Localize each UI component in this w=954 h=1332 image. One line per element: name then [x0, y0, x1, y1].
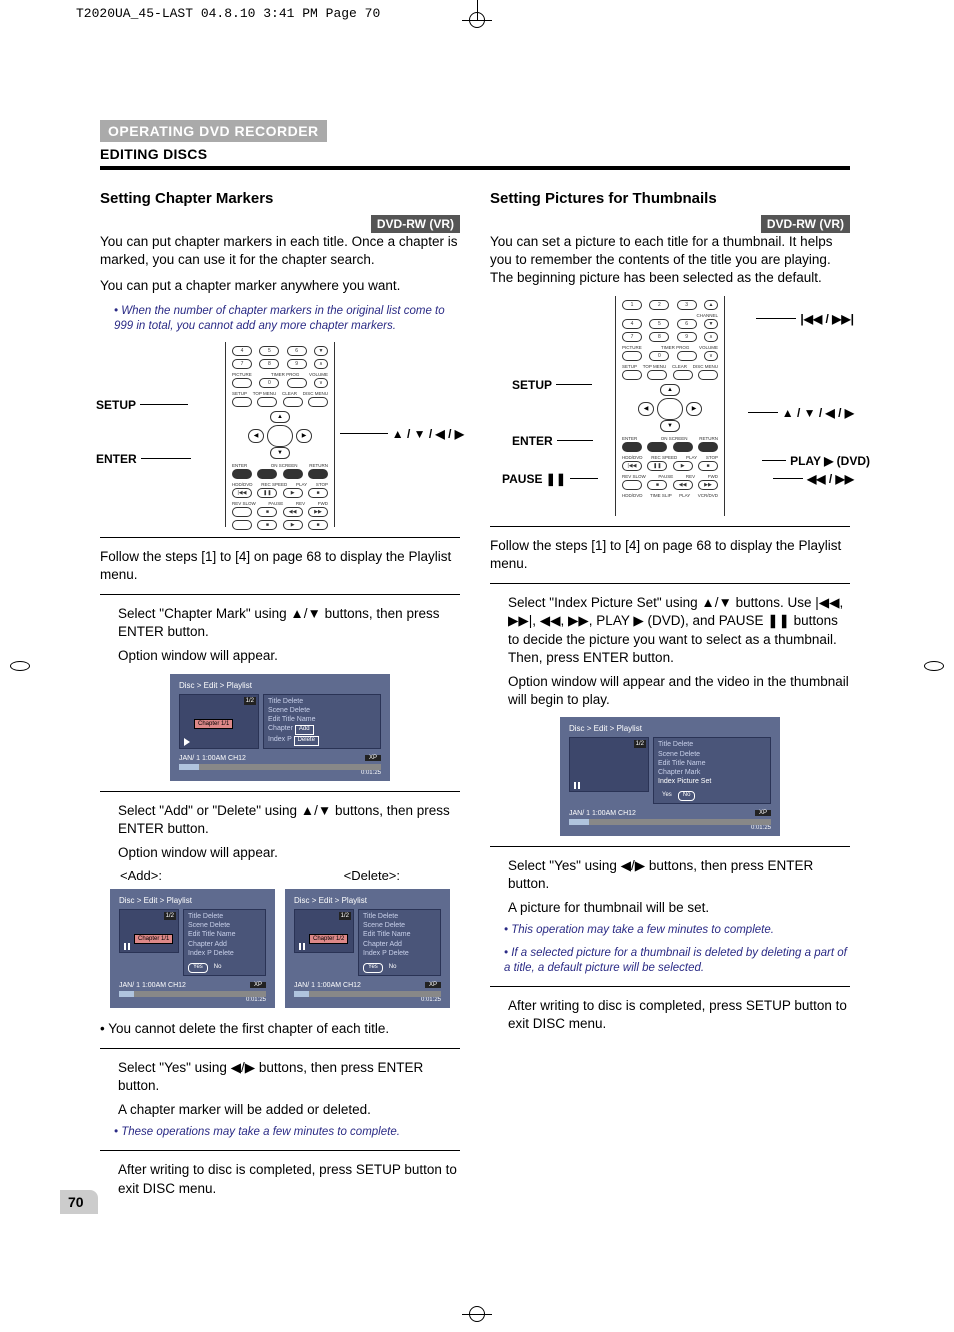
callout-arrows-right: ▲ / ▼ / ◀ / ▶ — [746, 406, 854, 420]
left-step3: Select "Yes" using ◀/▶ buttons, then pre… — [118, 1059, 460, 1120]
divider — [100, 594, 460, 595]
divider — [100, 791, 460, 792]
left-step2: Select "Add" or "Delete" using ▲/▼ butto… — [118, 802, 460, 863]
left-note1: • When the number of chapter markers in … — [114, 304, 460, 334]
crop-mark-right — [924, 661, 944, 671]
divider — [100, 1048, 460, 1049]
left-note2: • These operations may take a few minute… — [114, 1125, 460, 1140]
section-banner: OPERATING DVD RECORDER — [100, 120, 327, 142]
left-step1: Select "Chapter Mark" using ▲/▼ buttons,… — [118, 605, 460, 666]
dvd-rw-badge-left: DVD-RW (VR) — [371, 215, 460, 233]
right-note1: • This operation may take a few minutes … — [504, 923, 850, 938]
left-title: Setting Chapter Markers — [100, 190, 460, 207]
screen-captions: <Add>: <Delete>: — [100, 868, 460, 883]
callout-play-right: PLAY ▶ (DVD) — [760, 454, 870, 468]
osd-screen-add: Disc > Edit > Playlist 1/2Chapter 1/1 Ti… — [110, 889, 275, 1007]
callout-setup-right: SETUP — [512, 378, 594, 392]
divider — [100, 1150, 460, 1151]
callout-arrows-left: ▲ / ▼ / ◀ / ▶ — [338, 427, 464, 441]
right-note2: • If a selected picture for a thumbnail … — [504, 946, 850, 976]
right-step3: After writing to disc is completed, pres… — [508, 997, 850, 1033]
divider — [490, 583, 850, 584]
right-p1: You can set a picture to each title for … — [490, 233, 850, 288]
divider — [490, 526, 850, 527]
nav-pad: ▲▼◀▶ — [248, 411, 312, 459]
callout-enter-left: ENTER — [96, 452, 193, 466]
divider — [490, 986, 850, 987]
add-delete-screens: Disc > Edit > Playlist 1/2Chapter 1/1 Ti… — [100, 885, 460, 1011]
right-title: Setting Pictures for Thumbnails — [490, 190, 850, 207]
divider — [490, 846, 850, 847]
left-p2: You can put a chapter marker anywhere yo… — [100, 277, 460, 295]
remote-diagram-left: SETUP ENTER ▲ / ▼ / ◀ / ▶ 456▼ 789∧ PICT… — [100, 342, 460, 527]
right-step1: Select "Index Picture Set" using ▲/▼ but… — [508, 594, 850, 709]
osd-screen-delete: Disc > Edit > Playlist 1/2Chapter 1/2 Ti… — [285, 889, 450, 1007]
right-step2: Select "Yes" using ◀/▶ buttons, then pre… — [508, 857, 850, 918]
section-subheading: EDITING DISCS — [100, 146, 850, 162]
crop-mark-top — [457, 0, 497, 30]
left-bullet-cannot: • You cannot delete the first chapter of… — [100, 1020, 460, 1038]
divider — [100, 537, 460, 538]
callout-skip: |◀◀ / ▶▶| — [754, 312, 854, 326]
osd-screen-chaptermark: Disc > Edit > Playlist 1/2 Chapter 1/1 T… — [170, 674, 390, 781]
remote-body-right: 123▲ CHANNEL 456▼ 789∧ PICTURETIMER PROG… — [615, 296, 725, 516]
osd-screen-indexpic: Disc > Edit > Playlist 1/2 Title Delete … — [560, 717, 780, 835]
crop-mark-left — [10, 661, 30, 671]
crop-mark-bottom — [469, 1306, 485, 1322]
callout-enter-right: ENTER — [512, 434, 595, 448]
left-follow: Follow the steps [1] to [4] on page 68 t… — [100, 548, 460, 584]
remote-diagram-right: |◀◀ / ▶▶| SETUP ▲ / ▼ / ◀ / ▶ ENTER PLAY… — [490, 296, 850, 516]
dvd-rw-badge-right: DVD-RW (VR) — [761, 215, 850, 233]
right-column: Setting Pictures for Thumbnails DVD-RW (… — [490, 190, 850, 1204]
callout-rev-right: ◀◀ / ▶▶ — [771, 472, 854, 486]
right-follow: Follow the steps [1] to [4] on page 68 t… — [490, 537, 850, 573]
callout-setup-left: SETUP — [96, 398, 190, 412]
left-p1: You can put chapter markers in each titl… — [100, 233, 460, 269]
page-number: 70 — [60, 1190, 98, 1214]
running-header: T2020UA_45-LAST 04.8.10 3:41 PM Page 70 — [76, 6, 380, 21]
callout-pause-right: PAUSE ❚❚ — [502, 472, 600, 486]
left-column: Setting Chapter Markers DVD-RW (VR) You … — [100, 190, 460, 1204]
left-step4: After writing to disc is completed, pres… — [118, 1161, 460, 1197]
page-content: OPERATING DVD RECORDER EDITING DISCS Set… — [100, 120, 850, 1204]
remote-body: 456▼ 789∧ PICTURETIMER PROGVOLUME 0∨ SET… — [225, 342, 335, 527]
section-rule — [100, 166, 850, 170]
